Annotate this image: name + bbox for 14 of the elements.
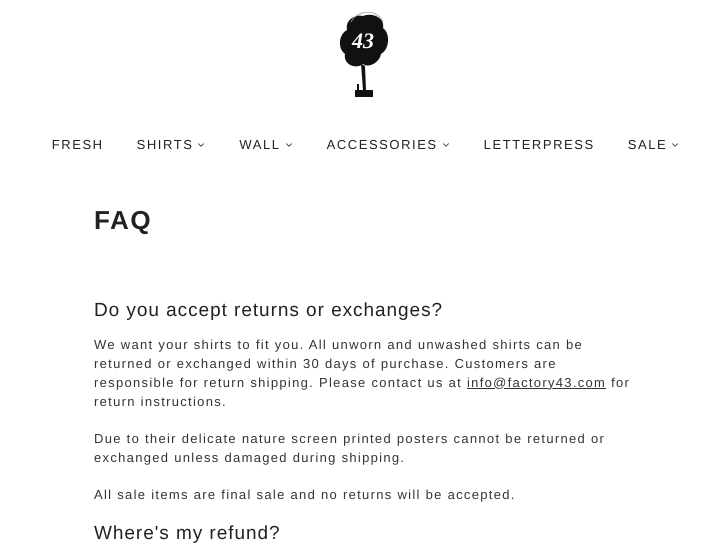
nav-link[interactable]: LETTERPRESS xyxy=(484,135,595,154)
logo[interactable]: 43 xyxy=(333,8,393,108)
nav-link[interactable]: SHIRTS xyxy=(136,135,206,154)
email-link[interactable]: info@factory43.com xyxy=(466,374,606,390)
nav-link[interactable]: WALL xyxy=(239,135,294,154)
nav-link[interactable]: ACCESSORIES xyxy=(326,135,451,154)
question-heading: Do you accept returns or exchanges? xyxy=(94,298,444,322)
nav-link[interactable]: SALE xyxy=(628,135,680,154)
page-title: FAQ xyxy=(94,204,154,234)
answer-paragraph: Due to their delicate nature screen printed posters cannot be returned or exchanged unless damaged during shipping. xyxy=(94,430,606,466)
nav-link[interactable]: FRESH xyxy=(52,135,104,154)
question-heading: Where's my refund? xyxy=(94,522,282,546)
answer-paragraph: All sale items are final sale and no returns will be accepted. xyxy=(94,486,517,504)
answer-paragraph: We want your shirts to fit you. All unworn and unwashed shirts can be returned or exchanged within 30 days of purchase. Customers are responsible for return shipping. Please contact us at info@factory43.com for return instructions. xyxy=(94,336,632,410)
